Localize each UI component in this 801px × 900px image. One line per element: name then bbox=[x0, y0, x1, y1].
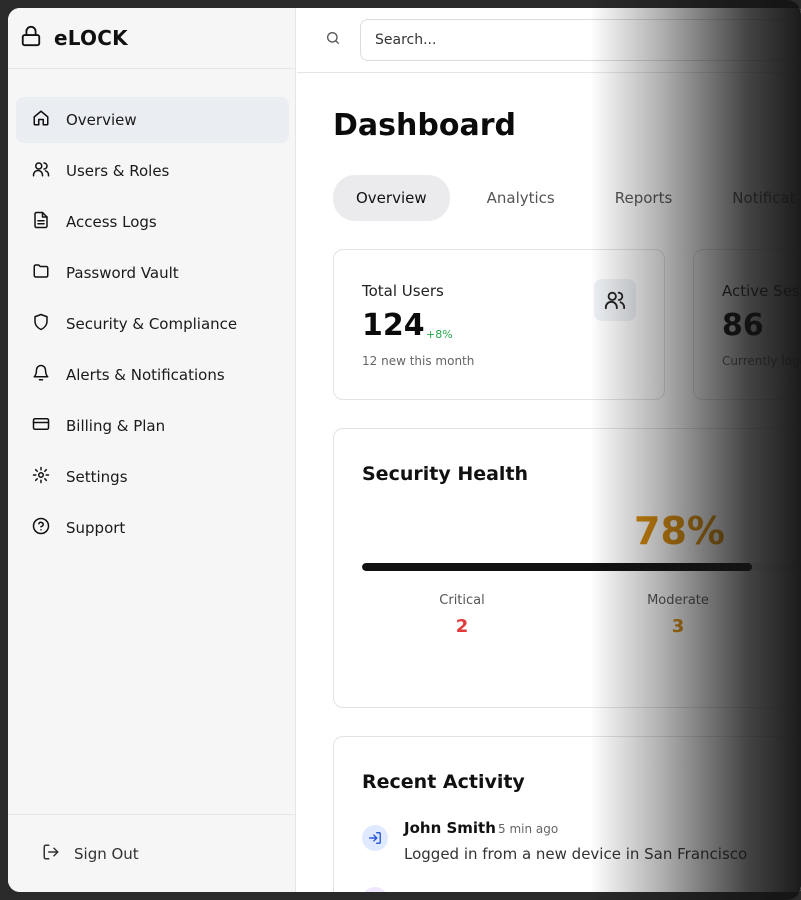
sign-out-label: Sign Out bbox=[74, 844, 139, 863]
tab-notifications[interactable]: Notificat bbox=[732, 189, 795, 207]
sidebar-footer: Sign Out bbox=[8, 814, 295, 892]
activity-item[interactable]: John Smith 5 min ago Logged in from a ne… bbox=[362, 819, 801, 869]
main-content: Dashboard Overview Analytics Reports Not… bbox=[297, 8, 801, 892]
home-icon bbox=[32, 109, 50, 131]
search-field[interactable] bbox=[360, 19, 801, 61]
file-text-icon bbox=[32, 211, 50, 233]
sidebar-item-label: Support bbox=[66, 519, 126, 537]
security-health-card: Security Health 78% Critical 2 Moderate … bbox=[333, 428, 801, 708]
window-frame: eLOCK Overview Users & Roles Access Logs… bbox=[0, 0, 801, 900]
sidebar-item-label: Password Vault bbox=[66, 264, 179, 282]
stat-value: 124 bbox=[362, 308, 425, 343]
activity-description: Logged in from a new device in San Franc… bbox=[404, 845, 748, 863]
users-icon bbox=[32, 160, 50, 182]
sidebar-item-billing-plan[interactable]: Billing & Plan bbox=[16, 403, 289, 449]
users-icon bbox=[594, 279, 636, 321]
sidebar-item-users-roles[interactable]: Users & Roles bbox=[16, 148, 289, 194]
sidebar-item-access-logs[interactable]: Access Logs bbox=[16, 199, 289, 245]
metric-value: 2 bbox=[455, 616, 469, 637]
activity-time: 5 min ago bbox=[498, 822, 559, 836]
activity-item-partial bbox=[362, 883, 801, 892]
stat-card-total-users: Total Users 124 +8% 12 new this month bbox=[333, 249, 665, 400]
metric-moderate: Moderate 3 bbox=[618, 593, 738, 637]
login-icon bbox=[362, 825, 388, 851]
health-percent: 78% bbox=[634, 509, 725, 553]
bell-icon bbox=[32, 364, 50, 386]
brand[interactable]: eLOCK bbox=[8, 8, 295, 69]
help-circle-icon bbox=[32, 517, 50, 539]
sidebar-item-security-compliance[interactable]: Security & Compliance bbox=[16, 301, 289, 347]
metric-critical: Critical 2 bbox=[402, 593, 522, 637]
logout-icon bbox=[42, 843, 60, 865]
activity-user: John Smith bbox=[404, 819, 496, 837]
sidebar: eLOCK Overview Users & Roles Access Logs… bbox=[8, 8, 296, 892]
stat-value: 86 bbox=[722, 308, 764, 343]
sidebar-item-label: Billing & Plan bbox=[66, 417, 166, 435]
sidebar-item-label: Overview bbox=[66, 111, 137, 129]
sidebar-nav: Overview Users & Roles Access Logs Passw… bbox=[16, 97, 289, 556]
tab-reports[interactable]: Reports bbox=[615, 189, 673, 207]
health-progress-bar bbox=[362, 563, 801, 571]
stat-delta: +8% bbox=[426, 328, 453, 341]
stat-subtext: Currently logg bbox=[722, 354, 801, 368]
brand-name: eLOCK bbox=[54, 26, 128, 50]
metric-label: Moderate bbox=[647, 593, 709, 608]
stat-card-active-sessions: Active Sess 86 Currently logg bbox=[693, 249, 801, 400]
sidebar-item-password-vault[interactable]: Password Vault bbox=[16, 250, 289, 296]
folder-icon bbox=[32, 262, 50, 284]
sidebar-item-label: Users & Roles bbox=[66, 162, 170, 180]
gear-icon bbox=[32, 466, 50, 488]
top-bar bbox=[297, 8, 801, 73]
health-progress-fill bbox=[362, 563, 752, 571]
tab-overview[interactable]: Overview bbox=[333, 175, 450, 221]
page-title: Dashboard bbox=[333, 108, 516, 143]
metric-label: Critical bbox=[439, 593, 485, 608]
tab-analytics[interactable]: Analytics bbox=[487, 189, 555, 207]
lock-icon bbox=[20, 25, 42, 51]
sidebar-item-support[interactable]: Support bbox=[16, 505, 289, 551]
activity-icon bbox=[362, 887, 388, 892]
metric-value: 3 bbox=[671, 616, 685, 637]
sidebar-item-label: Security & Compliance bbox=[66, 315, 238, 333]
sign-out-button[interactable]: Sign Out bbox=[28, 843, 139, 865]
sidebar-item-settings[interactable]: Settings bbox=[16, 454, 289, 500]
shield-icon bbox=[32, 313, 50, 335]
sidebar-item-alerts-notifications[interactable]: Alerts & Notifications bbox=[16, 352, 289, 398]
app-window: eLOCK Overview Users & Roles Access Logs… bbox=[8, 8, 801, 892]
card-title: Recent Activity bbox=[362, 771, 525, 793]
stat-subtext: 12 new this month bbox=[362, 354, 475, 368]
stat-label: Total Users bbox=[362, 282, 444, 300]
search-input[interactable] bbox=[375, 32, 800, 48]
stat-label: Active Sess bbox=[722, 282, 801, 300]
card-title: Security Health bbox=[362, 463, 529, 485]
sidebar-item-label: Settings bbox=[66, 468, 128, 486]
sidebar-item-label: Alerts & Notifications bbox=[66, 366, 225, 384]
credit-card-icon bbox=[32, 415, 50, 437]
recent-activity-card: Recent Activity John Smith 5 min ago Log… bbox=[333, 736, 801, 892]
tab-bar: Overview Analytics Reports Notificat bbox=[333, 175, 796, 221]
sidebar-item-label: Access Logs bbox=[66, 213, 157, 231]
search-icon bbox=[325, 30, 341, 50]
sidebar-item-overview[interactable]: Overview bbox=[16, 97, 289, 143]
